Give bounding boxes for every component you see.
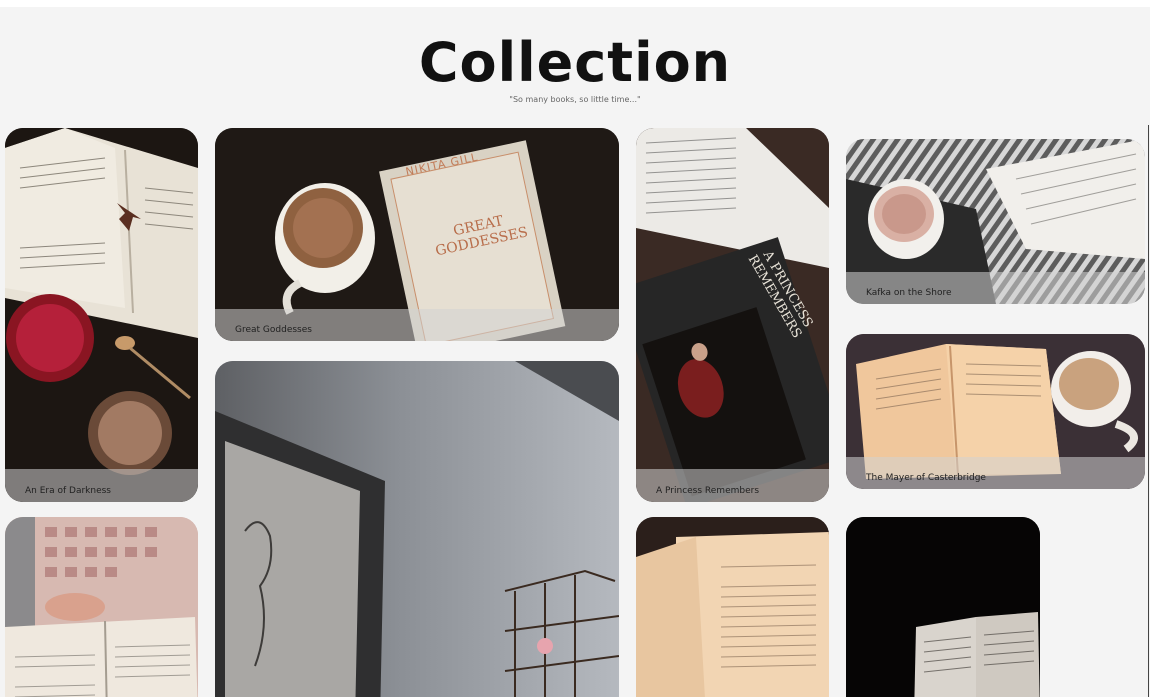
page-subtitle: "So many books, so little time..." [509, 95, 641, 104]
book-photo-image [5, 517, 198, 697]
page-title: Collection [418, 31, 732, 94]
gallery-card-dark-book[interactable] [846, 517, 1040, 697]
book-photo-image [636, 517, 829, 697]
book-photo-image [846, 517, 1040, 697]
card-caption: An Era of Darkness [5, 469, 198, 502]
card-caption: Kafka on the Shore [846, 272, 1145, 304]
gallery-card-open-book[interactable] [636, 517, 829, 697]
gallery-card-wall-frame[interactable] [215, 361, 619, 697]
book-photo-image [215, 361, 619, 697]
gallery-card-reading-window[interactable] [5, 517, 198, 697]
scrollbar-edge[interactable] [1148, 125, 1149, 697]
gallery-card-princess-remembers[interactable]: A PRINCESS REMEMBERS A Princess Remember… [636, 128, 829, 502]
collection-page: Collection "So many books, so little tim… [0, 7, 1150, 697]
card-caption: Great Goddesses [215, 309, 619, 341]
card-caption: The Mayer of Casterbridge [846, 457, 1145, 489]
gallery-card-great-goddesses[interactable]: NIKITA GILL GREAT GODDESSES Great Goddes… [215, 128, 619, 341]
book-photo-image [5, 128, 198, 502]
gallery-card-era-of-darkness[interactable]: An Era of Darkness [5, 128, 198, 502]
card-caption: A Princess Remembers [636, 469, 829, 502]
gallery-card-kafka-on-the-shore[interactable]: Kafka on the Shore [846, 139, 1145, 304]
gallery-card-mayer-of-casterbridge[interactable]: The Mayer of Casterbridge [846, 334, 1145, 489]
